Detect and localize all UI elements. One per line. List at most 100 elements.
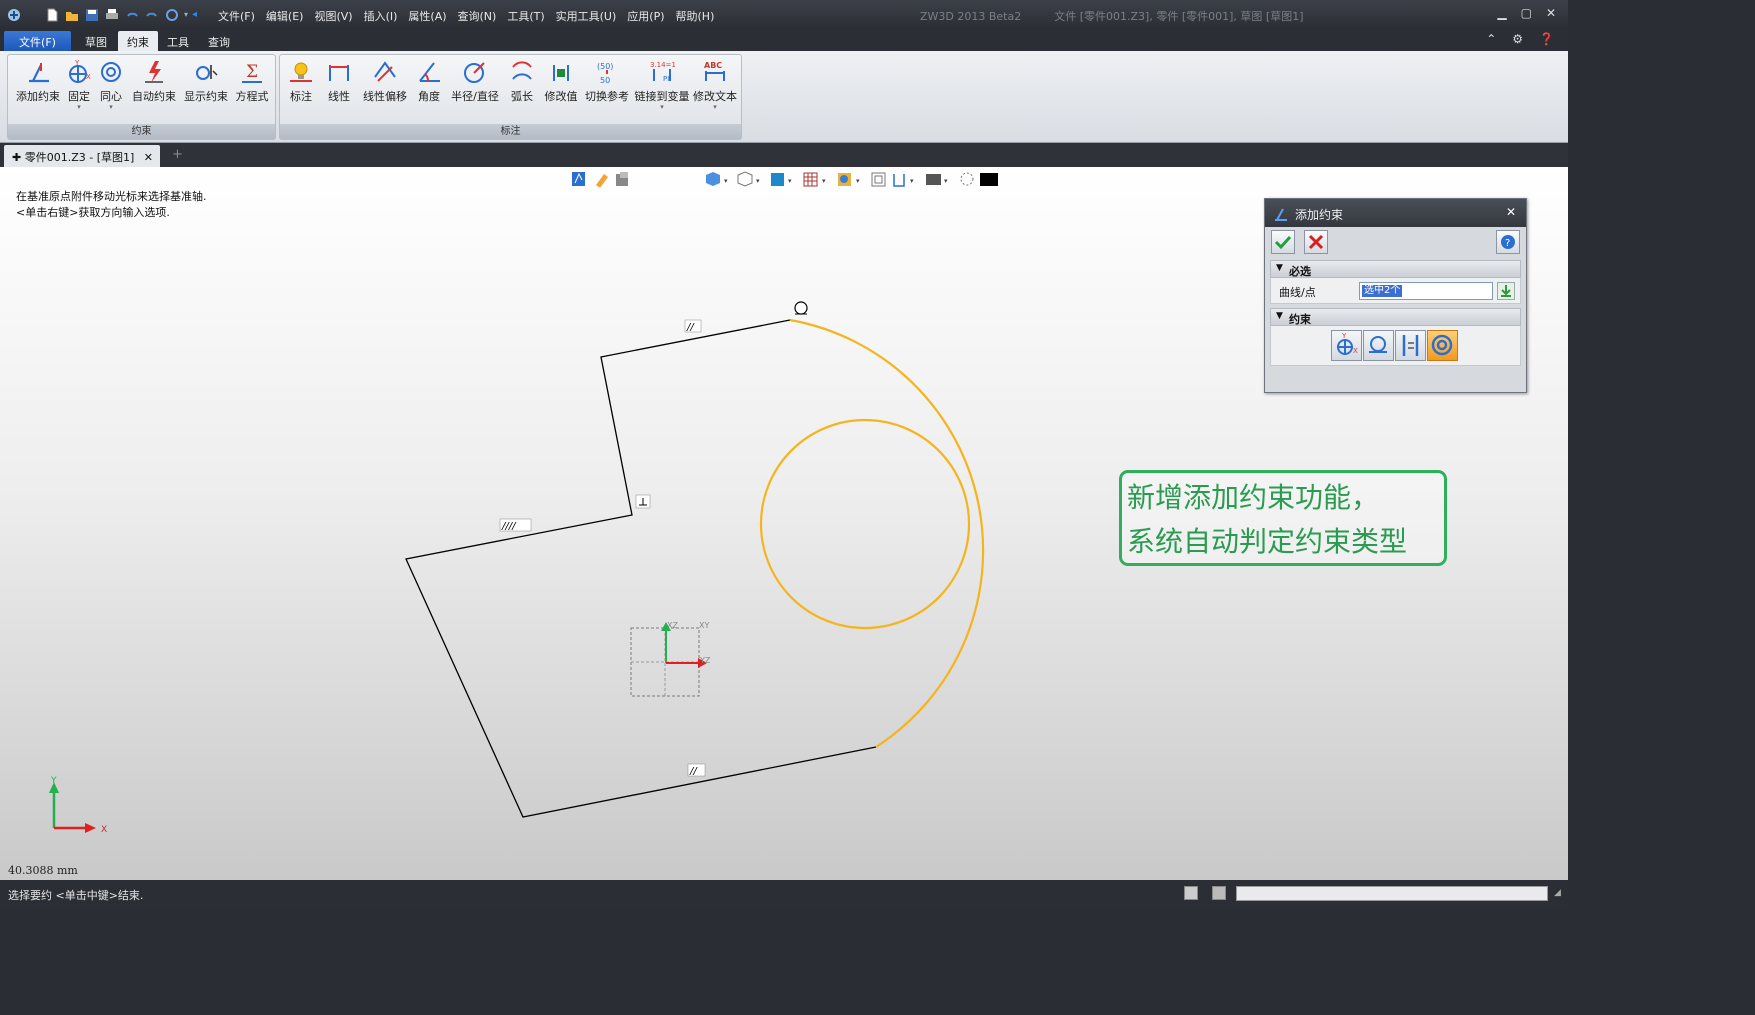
parallel-marker-icon[interactable]: // bbox=[684, 319, 702, 333]
menu-tools[interactable]: 工具(T) bbox=[507, 8, 544, 24]
menu-help[interactable]: 帮助(H) bbox=[676, 8, 715, 24]
parallel-marker-icon[interactable]: // bbox=[687, 763, 706, 777]
dialog-actions: ? bbox=[1265, 227, 1526, 257]
cancel-x-icon bbox=[1308, 234, 1324, 250]
save-icon[interactable] bbox=[84, 7, 100, 23]
tab-sketch[interactable]: 草图 bbox=[76, 31, 116, 51]
new-tab-icon[interactable]: + bbox=[172, 147, 183, 162]
dimension-button[interactable]: 标注 bbox=[284, 59, 318, 119]
back-arrow-icon[interactable]: ◂ bbox=[192, 9, 197, 20]
resize-grip-icon[interactable]: ◢ bbox=[1554, 888, 1561, 898]
modify-text-button[interactable]: ABC 修改文本 ▾ bbox=[692, 59, 738, 119]
window-title: ZW3D 2013 Beta2 文件 [零件001.Z3], 零件 [零件001… bbox=[920, 8, 1303, 24]
menu-file[interactable]: 文件(F) bbox=[218, 8, 255, 24]
linear-offset-button[interactable]: 线性偏移 bbox=[360, 59, 410, 119]
dialog-help-button[interactable]: ? bbox=[1496, 230, 1520, 254]
maximize-icon[interactable]: ▢ bbox=[1521, 6, 1532, 20]
redo-icon[interactable] bbox=[144, 7, 160, 23]
undo-icon[interactable] bbox=[124, 7, 140, 23]
menu-utilities[interactable]: 实用工具(U) bbox=[556, 8, 617, 24]
menu-apps[interactable]: 应用(P) bbox=[627, 8, 664, 24]
add-constraint-label: 添加约束 bbox=[16, 90, 60, 103]
ok-button[interactable] bbox=[1271, 230, 1295, 254]
curve-point-input[interactable]: 选中2个 bbox=[1359, 282, 1493, 300]
tab-file[interactable]: 文件(F) bbox=[4, 31, 71, 51]
datum-origin[interactable]: XZ XY YZ bbox=[630, 621, 711, 697]
concentric-button[interactable]: 同心 ▾ bbox=[96, 59, 126, 119]
angle-button[interactable]: 角度 bbox=[412, 59, 446, 119]
help-icon[interactable]: ❓ bbox=[1539, 32, 1554, 46]
menu-attribute[interactable]: 属性(A) bbox=[408, 8, 446, 24]
svg-text:ABC: ABC bbox=[704, 61, 722, 70]
linear-offset-label: 线性偏移 bbox=[363, 90, 407, 103]
collapse-ribbon-icon[interactable]: ⌃ bbox=[1486, 32, 1496, 46]
app-logo-icon[interactable] bbox=[6, 7, 22, 23]
tab-tools[interactable]: 工具 bbox=[158, 31, 198, 51]
sigma-icon: Σ bbox=[242, 62, 262, 83]
pick-entity-icon[interactable] bbox=[1497, 282, 1515, 300]
fix-dropdown-icon[interactable]: ▾ bbox=[64, 104, 94, 111]
collapse-triangle-icon: ▼ bbox=[1276, 263, 1283, 273]
status-tools: ◢ bbox=[1176, 885, 1568, 903]
tangent-constraint-button[interactable] bbox=[1363, 330, 1394, 361]
svg-text:Y: Y bbox=[74, 59, 80, 67]
status-prompt: 选择要约 <单击中键>结束. bbox=[8, 889, 144, 902]
ribbon-tab-bar: 文件(F) 草图 约束 工具 查询 ⌃ ⚙ ❓ bbox=[0, 29, 1568, 51]
modify-value-button[interactable]: 修改值 bbox=[542, 59, 580, 119]
fix-button[interactable]: YX 固定 ▾ bbox=[64, 59, 94, 119]
layout-icon[interactable] bbox=[1184, 886, 1198, 900]
menu-insert[interactable]: 插入(I) bbox=[364, 8, 398, 24]
concentric-constraint-button[interactable] bbox=[1427, 330, 1458, 361]
axis-triad: Y X bbox=[49, 776, 107, 835]
tangent-marker-icon[interactable] bbox=[794, 301, 808, 315]
perpendicular-marker-icon[interactable] bbox=[635, 494, 651, 509]
sketch-profile-lines[interactable] bbox=[405, 319, 877, 818]
quick-access-dropdown-icon[interactable]: ▾ bbox=[184, 10, 188, 19]
auto-constraint-button[interactable]: 自动约束 bbox=[129, 59, 179, 119]
section-required-header[interactable]: ▼ 必选 bbox=[1270, 260, 1521, 278]
list-icon[interactable] bbox=[1212, 886, 1226, 900]
equation-button[interactable]: Σ 方程式 bbox=[232, 59, 272, 119]
section-constraint-header[interactable]: ▼ 约束 bbox=[1270, 308, 1521, 326]
link-to-variable-button[interactable]: 3.14=1 PI 链接到变量 ▾ bbox=[634, 59, 690, 119]
radius-diameter-button[interactable]: 半径/直径 bbox=[448, 59, 502, 119]
minimize-icon[interactable]: ▁ bbox=[1497, 6, 1506, 20]
radius-diameter-label: 半径/直径 bbox=[451, 90, 499, 103]
radius-icon bbox=[464, 62, 485, 83]
link-variable-dropdown-icon[interactable]: ▾ bbox=[634, 104, 690, 111]
settings-gear-icon[interactable]: ⚙ bbox=[1512, 32, 1523, 46]
menu-view[interactable]: 视图(V) bbox=[314, 8, 352, 24]
svg-text:50: 50 bbox=[600, 76, 610, 85]
selected-outer-arc[interactable] bbox=[789, 318, 985, 748]
parallel-constraint-button[interactable] bbox=[1395, 330, 1426, 361]
add-constraint-button[interactable]: 添加约束 bbox=[12, 59, 64, 119]
menu-edit[interactable]: 编辑(E) bbox=[266, 8, 304, 24]
add-constraint-dialog: 添加约束 ✕ ? ▼ 必选 曲线/点 选中2个 ▼ 约束 YX bbox=[1264, 198, 1527, 393]
repeat-command-icon[interactable] bbox=[164, 7, 180, 23]
show-constraint-button[interactable]: 显示约束 bbox=[181, 59, 231, 119]
callout-line-1: 新增添加约束功能， bbox=[1127, 481, 1380, 514]
print-icon[interactable] bbox=[104, 7, 120, 23]
modify-value-label: 修改值 bbox=[544, 90, 578, 103]
open-folder-icon[interactable] bbox=[64, 7, 80, 23]
selected-inner-circle[interactable] bbox=[759, 418, 971, 630]
status-bar: 选择要约 <单击中键>结束. ◢ bbox=[0, 880, 1568, 907]
ribbon-panel: 添加约束 YX 固定 ▾ 同心 ▾ 自动约束 显示约束 Σ 方程式 约束 标注 … bbox=[0, 51, 1568, 143]
arc-length-button[interactable]: 弧长 bbox=[504, 59, 540, 119]
document-tab[interactable]: ✚ 零件001.Z3 - [草图1] ✕ bbox=[4, 145, 160, 167]
toggle-reference-button[interactable]: (50) 50 切换参考 bbox=[582, 59, 632, 119]
modify-text-dropdown-icon[interactable]: ▾ bbox=[692, 104, 738, 111]
tab-constraint[interactable]: 约束 bbox=[118, 31, 158, 51]
concentric-dropdown-icon[interactable]: ▾ bbox=[96, 104, 126, 111]
close-icon[interactable]: ✕ bbox=[1546, 6, 1556, 20]
cancel-button[interactable] bbox=[1304, 230, 1328, 254]
linear-button[interactable]: 线性 bbox=[320, 59, 358, 119]
new-file-icon[interactable] bbox=[44, 7, 60, 23]
tab-query[interactable]: 查询 bbox=[199, 31, 239, 51]
parallel-marker-icon[interactable]: //// bbox=[499, 518, 532, 532]
menu-query[interactable]: 查询(N) bbox=[458, 8, 497, 24]
close-tab-icon[interactable]: ✕ bbox=[144, 151, 153, 164]
section-required-label: 必选 bbox=[1289, 265, 1311, 278]
fix-constraint-button[interactable]: YX bbox=[1331, 330, 1362, 361]
dialog-close-icon[interactable]: ✕ bbox=[1506, 205, 1516, 219]
